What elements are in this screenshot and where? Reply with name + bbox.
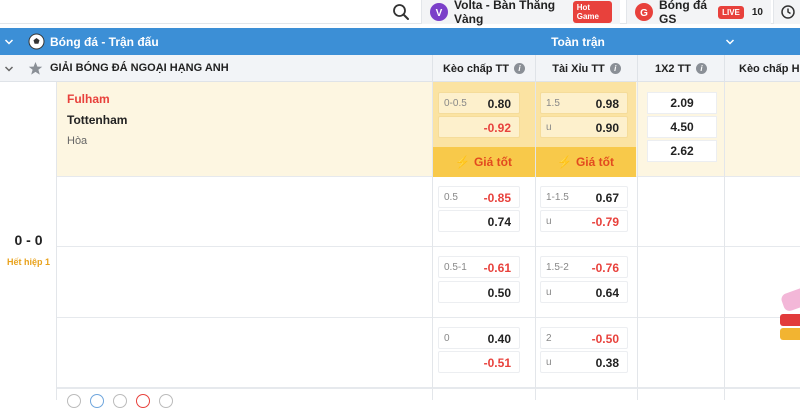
- odds-cell[interactable]: u 0.90: [540, 116, 628, 138]
- col-handicap-h1: Kèo chấp H1: [724, 55, 800, 82]
- col-1x2: 1X2 TT i: [637, 55, 724, 82]
- column-divider: [432, 82, 433, 400]
- svg-text:G: G: [640, 8, 648, 19]
- odds-cell[interactable]: u 0.64: [540, 281, 628, 303]
- col-handicap: Kèo chấp TT i: [432, 55, 535, 82]
- tab-volta[interactable]: V Volta - Bàn Thắng Vàng Hot Game: [421, 0, 620, 26]
- live-count: 10: [751, 6, 763, 18]
- odds-cell[interactable]: u 0.38: [540, 351, 628, 373]
- game-widget-icon: [780, 288, 800, 340]
- odds-cell[interactable]: -0.51: [438, 351, 520, 373]
- odds-cell[interactable]: 2 -0.50: [540, 327, 628, 349]
- odds-1x2-away[interactable]: 2.62: [647, 140, 717, 162]
- match-body: 0 - 0 Hết hiệp 1 Fulham Tottenham Hòa 0-…: [0, 82, 800, 400]
- best-price-button[interactable]: ⚡ Giá tốt: [432, 147, 535, 177]
- away-team[interactable]: Tottenham: [67, 113, 127, 127]
- odds-cell[interactable]: 0.74: [438, 210, 520, 232]
- tab-bong-da-gs[interactable]: G Bóng đá GS LIVE 10: [626, 0, 771, 26]
- svg-text:V: V: [436, 8, 443, 19]
- odds-1x2-draw[interactable]: 4.50: [647, 116, 717, 138]
- draw-label: Hòa: [67, 135, 88, 147]
- sport-title: Bóng đá - Trận đấu: [50, 35, 159, 49]
- league-title: GIẢI BÓNG ĐÁ NGOẠI HẠNG ANH: [50, 62, 229, 74]
- score-column: 0 - 0 Hết hiệp 1: [0, 82, 57, 400]
- floating-game-widget[interactable]: [778, 288, 800, 348]
- pin-icon[interactable]: [136, 394, 150, 408]
- gs-logo-icon: G: [635, 3, 653, 21]
- col-overunder: Tài Xỉu TT i: [535, 55, 637, 82]
- hot-game-badge: Hot Game: [572, 1, 612, 23]
- info-icon[interactable]: i: [696, 63, 708, 74]
- chart-icon[interactable]: [113, 394, 127, 408]
- top-bar: V Volta - Bàn Thắng Vàng Hot Game G Bóng…: [0, 0, 800, 26]
- odds-1x2-home[interactable]: 2.09: [647, 92, 717, 114]
- match-status: Hết hiệp 1: [6, 257, 50, 267]
- column-divider: [535, 82, 536, 400]
- search-icon[interactable]: [391, 2, 411, 22]
- column-divider: [724, 82, 725, 400]
- odds-cell[interactable]: 1-1.5 0.67: [540, 186, 628, 208]
- lightning-icon: ⚡: [455, 155, 470, 169]
- odds-row: [57, 177, 800, 247]
- odds-cell[interactable]: 0.50: [438, 281, 520, 303]
- odds-cell[interactable]: 1.5-2 -0.76: [540, 256, 628, 278]
- column-divider: [637, 82, 638, 400]
- more-icon[interactable]: [159, 394, 173, 408]
- tab-volta-label: Volta - Bàn Thắng Vàng: [454, 0, 556, 26]
- live-badge: LIVE: [718, 5, 744, 19]
- tab-clock[interactable]: [773, 0, 800, 24]
- odds-cell[interactable]: 0-0.5 0.80: [438, 92, 520, 114]
- league-header: GIẢI BÓNG ĐÁ NGOẠI HẠNG ANH Kèo chấp TT i…: [0, 55, 800, 82]
- odds-row: [57, 318, 800, 388]
- odds-cell[interactable]: 0 0.40: [438, 327, 520, 349]
- match-score: 0 - 0: [14, 232, 43, 248]
- info-icon[interactable]: i: [609, 63, 621, 74]
- odds-cell[interactable]: u -0.79: [540, 210, 628, 232]
- odds-cell[interactable]: 0.5-1 -0.61: [438, 256, 520, 278]
- odds-cell[interactable]: 1.5 0.98: [540, 92, 628, 114]
- full-match-label: Toàn trận: [551, 35, 605, 49]
- chevron-down-icon[interactable]: [4, 37, 14, 47]
- volta-logo-icon: V: [430, 3, 448, 21]
- odds-cell[interactable]: -0.92: [438, 116, 520, 138]
- sport-header: Bóng đá - Trận đấu Toàn trận: [0, 28, 800, 55]
- lightning-icon: ⚡: [557, 155, 572, 169]
- soccer-ball-icon: [28, 33, 45, 50]
- star-icon[interactable]: [28, 61, 43, 76]
- chevron-down-icon[interactable]: [4, 64, 14, 74]
- odds-cell[interactable]: 0.5 -0.85: [438, 186, 520, 208]
- stats-icon[interactable]: [67, 394, 81, 408]
- best-price-button[interactable]: ⚡ Giá tốt: [535, 147, 636, 177]
- live-stream-icon[interactable]: [90, 394, 104, 408]
- info-icon[interactable]: i: [514, 63, 525, 74]
- row-actions: [57, 388, 800, 408]
- chevron-down-icon[interactable]: [725, 37, 735, 47]
- clock-icon: [781, 5, 795, 19]
- tab-gs-label: Bóng đá GS: [659, 0, 707, 26]
- home-team[interactable]: Fulham: [67, 92, 110, 106]
- odds-row: [57, 247, 800, 318]
